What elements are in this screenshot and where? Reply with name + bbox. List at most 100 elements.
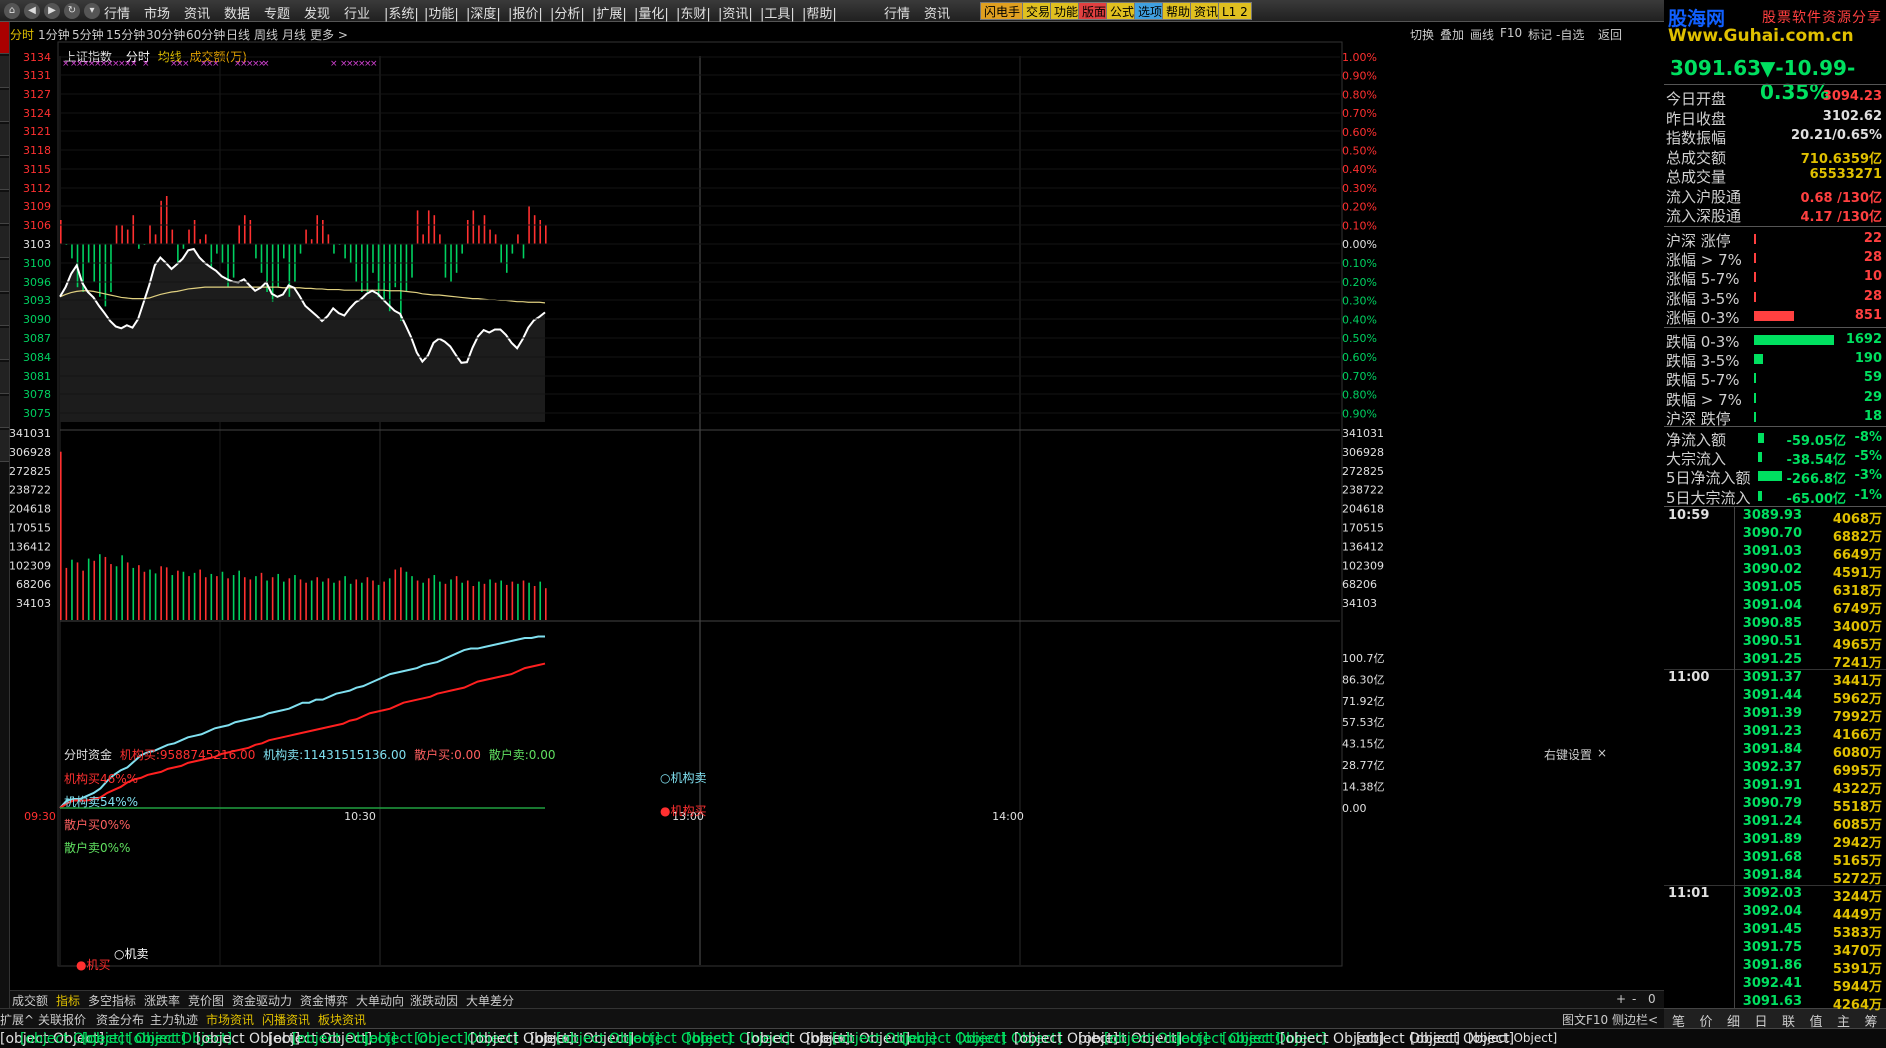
volume-bar (260, 572, 263, 620)
volume-tick: 272825 (9, 465, 51, 478)
tick-time: 11:01 (1668, 886, 1710, 901)
extension-tab[interactable]: 资金分布 (96, 1011, 144, 1028)
fund-tick: 43.15亿 (1342, 738, 1385, 751)
extension-tab[interactable]: 主力轨迹 (150, 1011, 198, 1028)
panel-toggle[interactable]: 图文F10 (1562, 1011, 1608, 1028)
quote-value: 3094.23 (1822, 89, 1882, 104)
indicator-tab[interactable]: 资金博弈 (300, 992, 348, 1009)
breadth-bar (1754, 373, 1757, 384)
volume-bar (82, 570, 84, 620)
rise-fall-bar (405, 244, 408, 292)
pct-tick: 0.40% (1342, 313, 1377, 326)
price-tick: 3124 (23, 107, 51, 120)
rise-fall-bar (500, 244, 503, 264)
time-tick: 14:00 (992, 810, 1024, 823)
breadth-row: 涨幅 3-5% 28 (1666, 288, 1886, 308)
breadth-value: 190 (1854, 351, 1882, 367)
app-window: ⌂ ◀ ▶ ↻ ▾ 行情 市场 资讯 数据 专题 发现 行业 |系统| |功能| |深度| |报价|… (0, 0, 1886, 1048)
indicator-tab[interactable]: 成交额 (12, 992, 48, 1009)
rise-fall-bar (282, 244, 285, 259)
volume-bar (177, 570, 179, 620)
extension-tab[interactable]: 板块资讯 (318, 1011, 366, 1028)
extension-tab[interactable]: 市场资讯 (206, 1011, 254, 1028)
tick-price: 3091.63 (1742, 994, 1802, 1009)
divider (1664, 426, 1886, 427)
zoom-button[interactable]: - (1632, 992, 1636, 1006)
pct-tick: 0.30% (1342, 182, 1377, 195)
tick-volume: 4965万 (1832, 638, 1882, 653)
fund-buy-label: 机构买: (119, 748, 160, 762)
volume-bar (310, 580, 313, 620)
rise-fall-bar (305, 229, 307, 244)
rise-fall-bar (394, 244, 397, 288)
price-tick: 3075 (23, 407, 51, 420)
tick-volume: 4449万 (1832, 908, 1882, 923)
volume-bar (154, 573, 157, 620)
tick-price: 3091.23 (1742, 724, 1802, 739)
breadth-bar (1754, 392, 1756, 403)
indicator-tab[interactable]: 涨跌动因 (410, 992, 458, 1009)
zoom-button[interactable]: 0 (1648, 992, 1656, 1006)
extension-tab[interactable]: 闪播资讯 (262, 1011, 310, 1028)
tick-price: 3089.93 (1742, 508, 1802, 523)
volume-bar (238, 570, 240, 620)
pct-tick: 0.60% (1342, 126, 1377, 139)
pct-tick: 0.90% (1342, 407, 1377, 420)
indicator-tab[interactable]: 大单差分 (466, 992, 514, 1009)
price-tick: 3096 (23, 276, 51, 289)
indicator-tab[interactable]: 涨跌率 (144, 992, 180, 1009)
tick-price: 3090.85 (1742, 616, 1802, 631)
extension-tab[interactable]: 扩展^ (0, 1011, 34, 1028)
indicator-tab[interactable]: 大单动向 (356, 992, 404, 1009)
quote-row: 今日开盘 3094.23 (1666, 88, 1886, 108)
breadth-row: 跌幅 5-7% 59 (1666, 369, 1886, 389)
tick-time: 10:59 (1668, 508, 1710, 523)
extension-tabs: 扩展^ 关联报价 资金分布 主力轨迹 市场资讯 闪播资讯 板块资讯 图文F10 侧边栏< (0, 1008, 1664, 1028)
panel-toggle[interactable]: 侧边栏< (1612, 1011, 1658, 1028)
volume-bar (539, 581, 542, 620)
rise-fall-bar (455, 244, 458, 273)
indicator-tab[interactable]: 多空指标 (88, 992, 136, 1009)
signal-mark: × (330, 59, 338, 69)
timeshare-chart[interactable]: × ××××××××××× × ××× ××× ×××××× × ××××××31343131… (0, 0, 1664, 1008)
volume-bar (344, 576, 346, 620)
breadth-bar (1754, 253, 1756, 264)
indicator-tab[interactable]: 竞价图 (188, 992, 224, 1009)
fund-buy-start-label: ●机买 (76, 958, 111, 972)
volume-bar (266, 580, 268, 620)
breadth-label: 跌幅 > 7% (1666, 390, 1742, 409)
indicator-tab[interactable]: 指标 (56, 992, 80, 1009)
quote-row: 总成交额 710.6359亿 (1666, 147, 1886, 167)
volume-bar (204, 577, 207, 620)
rise-fall-bar (221, 244, 224, 264)
rise-fall-bar (115, 224, 118, 244)
tick-price: 3090.02 (1742, 562, 1802, 577)
signal-mark: × (182, 59, 190, 69)
rise-fall-bar (277, 244, 280, 288)
volume-tick: 136412 (9, 540, 51, 553)
quote-label: 流入沪股通 (1666, 187, 1742, 206)
breadth-bar (1754, 411, 1756, 422)
volume-bar (528, 582, 530, 620)
tick-volume: 5391万 (1832, 962, 1882, 977)
indicator-tab[interactable]: 资金驱动力 (232, 992, 292, 1009)
close-icon[interactable]: × (1597, 746, 1607, 760)
volume-bar (377, 584, 380, 620)
divider (1664, 84, 1886, 85)
tick-volume: 6080万 (1832, 746, 1882, 761)
zoom-button[interactable]: + (1616, 992, 1626, 1006)
rise-fall-bar (149, 224, 151, 244)
breadth-value: 59 (1863, 370, 1882, 386)
flow-label: 5日大宗流入 (1666, 488, 1751, 507)
volume-bar (511, 581, 514, 620)
indicator-tabs: 成交额 指标 多空指标 涨跌率 竞价图 资金驱动力 资金博弈 大单动向 涨跌动因 大单差分 + -0 (10, 990, 1664, 1008)
rise-fall-bar (522, 244, 525, 259)
volume-bar (193, 572, 196, 620)
tick-volume: 3400万 (1832, 620, 1882, 635)
breadth-bar (1754, 310, 1794, 321)
volume-bar (121, 555, 123, 620)
extension-tab[interactable]: 关联报价 (38, 1011, 86, 1028)
quote-row: 流入深股通 4.17 /130亿 (1666, 205, 1886, 225)
right-click-settings[interactable]: 右键设置 (1544, 746, 1592, 763)
volume-bar (483, 583, 486, 620)
